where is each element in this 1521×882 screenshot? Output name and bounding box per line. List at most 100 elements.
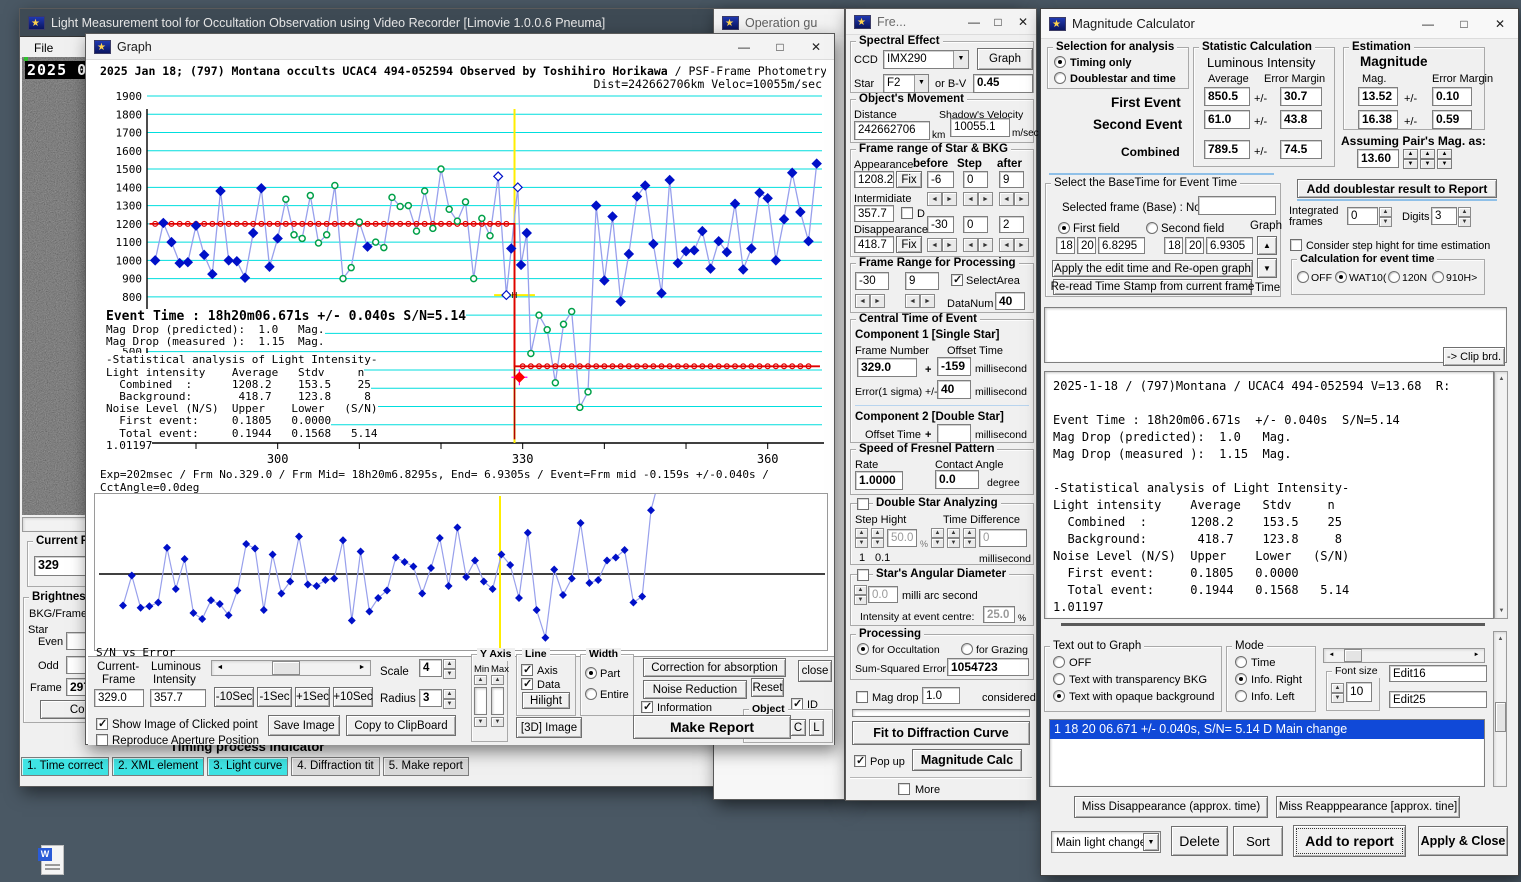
graph-minimize-button[interactable]: —	[726, 34, 762, 59]
ccd-combo[interactable]: IMX290 ▼	[883, 50, 969, 69]
font-size-spinner[interactable]: ▲ ▼	[1331, 683, 1344, 703]
result-listbox[interactable]: 1 18 20 06.671 +/- 0.040s, S/N= 5.14 D M…	[1049, 719, 1485, 787]
report-scrollbar[interactable]: ▲ ▼	[1494, 371, 1508, 619]
magcalc-right-scrollbar[interactable]: ▲	[1493, 631, 1507, 787]
doublestar-time-radio[interactable]	[1054, 72, 1066, 84]
line-axis-checkbox[interactable]	[521, 663, 533, 676]
combined-avg-input[interactable]: 789.5	[1204, 140, 1250, 159]
ymax-track[interactable]	[491, 687, 504, 715]
second-field-radio[interactable]	[1146, 222, 1158, 234]
graph-down-button[interactable]: ▼	[1257, 258, 1277, 278]
graph-current-frame-input[interactable]: 329.0	[94, 689, 144, 707]
dis-before-input[interactable]: -30	[927, 216, 954, 233]
light-change-combo[interactable]: Main light change ▼	[1051, 831, 1161, 853]
ymin-down-spinner[interactable]: ▼	[474, 717, 487, 727]
time1-min-input[interactable]: 20	[1077, 237, 1096, 254]
proc-start-spinner[interactable]: ◄ ►	[855, 294, 885, 308]
digits-input[interactable]: 3	[1431, 207, 1457, 225]
graph-up-button[interactable]: ▲	[1257, 236, 1277, 255]
plus-1sec-button[interactable]: +1Sec	[295, 687, 330, 707]
dis-step-spinner[interactable]: ◄ ►	[963, 238, 993, 252]
consider-step-checkbox[interactable]	[1290, 239, 1302, 251]
appearance-fix-button[interactable]: Fix	[896, 171, 922, 188]
frame-scroll-right-arrow[interactable]: ►	[355, 662, 369, 674]
mode-info-left-radio[interactable]	[1235, 690, 1247, 702]
timing-tab-4[interactable]: 4. Diffraction tit	[291, 757, 380, 776]
calc-120-radio[interactable]	[1388, 271, 1400, 283]
edit25-input[interactable]: Edit25	[1389, 691, 1487, 708]
offset-time2-input[interactable]	[937, 424, 971, 443]
second-mag-err-input[interactable]: 0.59	[1432, 110, 1472, 129]
magnitude-calc-button[interactable]: Magnitude Calc	[912, 749, 1022, 771]
noise-reduction-button[interactable]: Noise Reduction	[643, 680, 747, 699]
graph-luminous-input[interactable]: 357.7	[150, 689, 206, 707]
before-spinner[interactable]: ◄ ►	[927, 192, 957, 206]
timing-tab-3[interactable]: 3. Light curve	[207, 757, 289, 776]
integrated-frames-input[interactable]: 0	[1347, 207, 1378, 225]
step-hight-spinner-01[interactable]: ▲ ▼	[871, 528, 884, 548]
more-checkbox[interactable]	[898, 783, 910, 795]
make-report-button[interactable]: Make Report	[633, 715, 791, 739]
digits-spinner[interactable]: ▲ ▼	[1458, 207, 1471, 227]
dis-step-input[interactable]: 0	[963, 216, 988, 233]
error-sigma-input[interactable]: 40	[937, 380, 971, 399]
add-to-report-button[interactable]: Add to report	[1293, 825, 1406, 857]
magcalc-titlebar[interactable]: Magnitude Calculator — □ ✕	[1041, 9, 1518, 39]
apply-edit-time-button[interactable]: Apply the edit time and Re-open graph	[1052, 260, 1253, 277]
ymin-track[interactable]	[474, 687, 487, 715]
integrated-frames-spinner[interactable]: ▲ ▼	[1379, 207, 1392, 227]
mag-drop-input[interactable]: 1.0	[922, 687, 960, 704]
textout-off-radio[interactable]	[1053, 656, 1065, 668]
add-doublestar-button[interactable]: Add doublestar result to Report	[1297, 179, 1497, 198]
correction-absorption-button[interactable]: Correction for absorption	[643, 658, 786, 677]
first-mag-input[interactable]: 13.52	[1358, 87, 1398, 106]
disappearance-fix-button[interactable]: Fix	[896, 236, 922, 253]
time-diff-spinner-c[interactable]: ▲ ▼	[963, 528, 976, 548]
after-input[interactable]: 9	[999, 171, 1024, 188]
fresnel-titlebar[interactable]: Fre... — □ ✕	[846, 9, 1036, 35]
for-occultation-radio[interactable]	[857, 643, 869, 655]
fit-diffraction-button[interactable]: Fit to Diffraction Curve	[852, 721, 1030, 745]
plus-10sec-button[interactable]: +10Sec	[333, 687, 373, 707]
time-diff-spinner-a[interactable]: ▲ ▼	[931, 528, 944, 548]
second-mag-input[interactable]: 16.38	[1358, 110, 1398, 129]
frame-scroll-left-arrow[interactable]: ◄	[213, 662, 227, 674]
step-hight-spinner-1[interactable]: ▲ ▼	[855, 528, 868, 548]
select-area-checkbox[interactable]	[951, 273, 963, 286]
hilight-button[interactable]: Hilight	[522, 692, 570, 709]
time1-hour-input[interactable]: 18	[1056, 237, 1075, 254]
distance-input[interactable]: 242662706	[854, 121, 930, 140]
minus-10sec-button[interactable]: -10Sec	[214, 687, 254, 707]
first-field-radio[interactable]	[1058, 222, 1070, 234]
frame-scroll-thumb[interactable]	[272, 661, 300, 675]
angular-input[interactable]: 0.0	[868, 586, 898, 603]
assuming-mag-input[interactable]: 13.60	[1357, 149, 1399, 168]
object-c-button[interactable]: C	[790, 719, 806, 736]
selected-frame-input[interactable]	[1198, 196, 1276, 215]
velocity-input[interactable]: 10055.1	[950, 118, 1010, 137]
light-change-combo-arrow[interactable]: ▼	[1143, 833, 1159, 851]
fresnel-minimize-button[interactable]: —	[962, 9, 986, 34]
time1-sec-input[interactable]: 6.8295	[1098, 237, 1145, 254]
after-spinner[interactable]: ◄ ►	[999, 192, 1029, 206]
timing-tab-1[interactable]: 1. Time correct	[21, 757, 110, 776]
right-scroll-thumb[interactable]	[1495, 702, 1506, 732]
frame-scrollbar[interactable]: ◄ ►	[211, 660, 371, 676]
first-mag-err-input[interactable]: 0.10	[1432, 87, 1472, 106]
proc-range-end-input[interactable]: 9	[905, 272, 939, 290]
ymax-up-spinner[interactable]: ▲	[491, 675, 504, 685]
width-part-radio[interactable]	[585, 667, 597, 679]
word-document-icon[interactable]: W	[38, 845, 64, 875]
dis-after-spinner[interactable]: ◄ ►	[999, 238, 1029, 252]
contact-angle-input[interactable]: 0.0	[935, 470, 979, 489]
clipboard-button[interactable]: -> Clip brd.	[1443, 347, 1505, 366]
magcalc-minimize-button[interactable]: —	[1410, 9, 1446, 38]
sort-button[interactable]: Sort	[1233, 826, 1283, 856]
delete-button[interactable]: Delete	[1171, 826, 1228, 856]
d-checkbox[interactable]	[901, 207, 913, 219]
combined-err-input[interactable]: 74.5	[1280, 140, 1322, 159]
timing-tab-5[interactable]: 5. Make report	[382, 757, 469, 776]
edit16-input[interactable]: Edit16	[1389, 665, 1487, 682]
calc-wat-radio[interactable]	[1335, 271, 1347, 283]
reset-button[interactable]: Reset	[751, 678, 784, 697]
